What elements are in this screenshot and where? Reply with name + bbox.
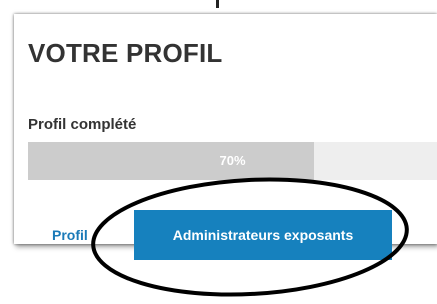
tab-administrateurs-exposants[interactable]: Administrateurs exposants bbox=[134, 210, 392, 260]
progress-percentage: 70% bbox=[219, 153, 246, 168]
profile-progress-bar: 70% bbox=[28, 142, 437, 180]
page-title: VOTRE PROFIL bbox=[28, 38, 223, 68]
progress-label: Profil complété bbox=[28, 116, 137, 133]
tab-profil[interactable]: Profil bbox=[52, 227, 88, 243]
profile-panel: VOTRE PROFIL Profil complété 70% Profil … bbox=[14, 14, 437, 260]
screenshot-stage: VOTRE PROFIL Profil complété 70% Profil … bbox=[0, 0, 437, 304]
cursor-mark bbox=[216, 0, 219, 8]
